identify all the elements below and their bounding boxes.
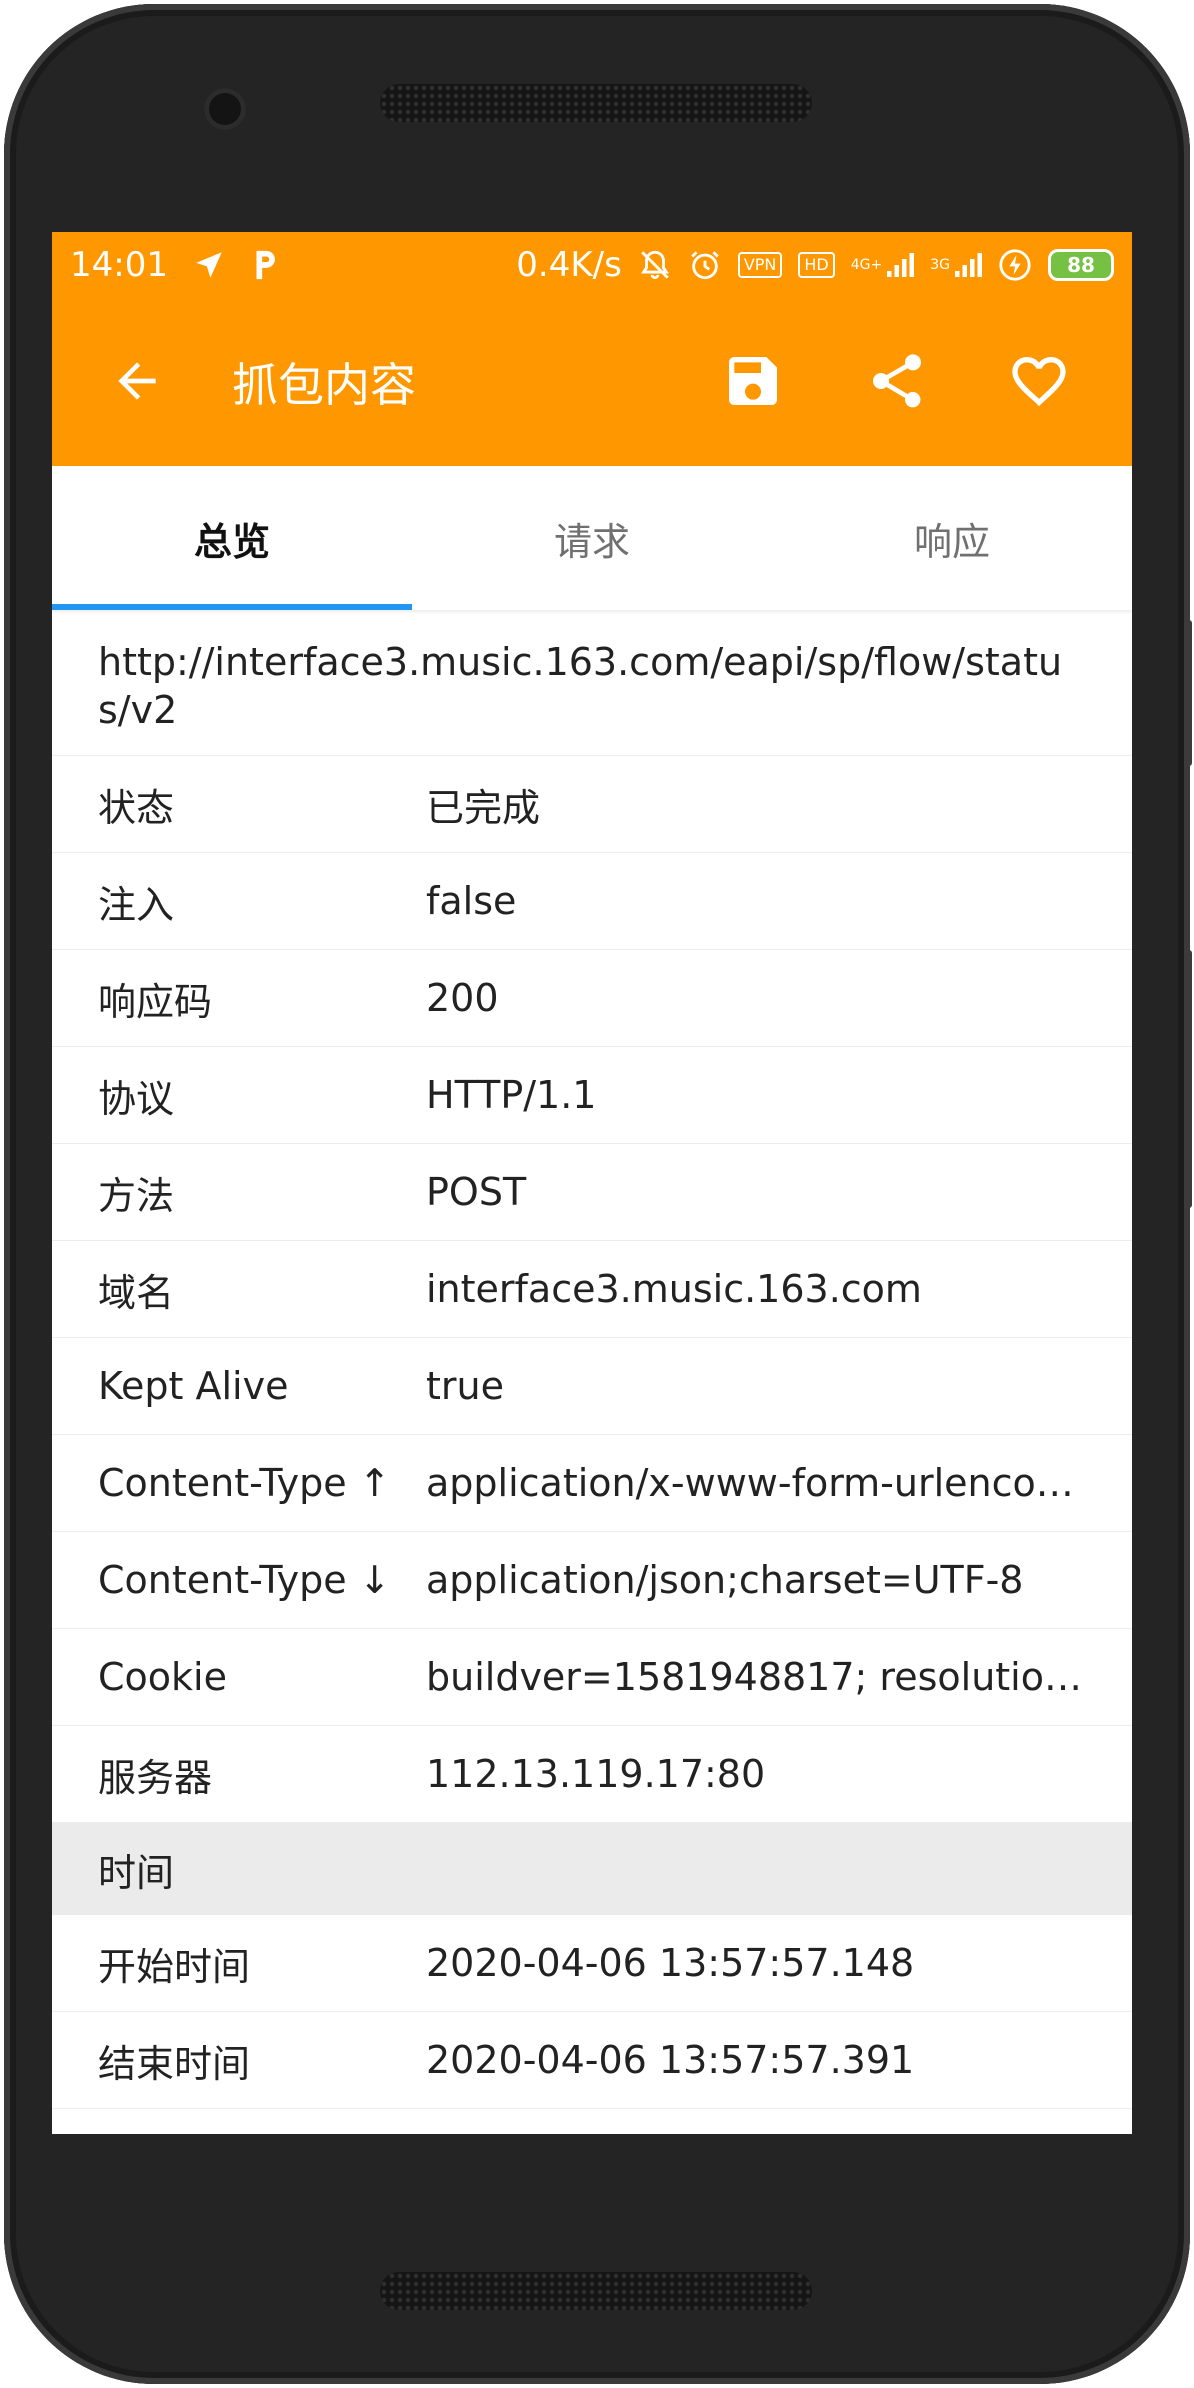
detail-row-kept-alive: Kept Alive true <box>52 1338 1132 1435</box>
vpn-indicator: VPN <box>737 252 783 278</box>
row-value: POST <box>426 1170 527 1214</box>
heart-icon <box>1012 357 1066 407</box>
p-icon <box>250 248 280 282</box>
bell-off-icon <box>638 248 672 282</box>
row-label: Content-Type ↓ <box>98 1558 391 1602</box>
page-title: 抓包内容 <box>232 358 416 412</box>
row-label: 结束时间 <box>98 2041 251 2086</box>
navigation-icon <box>192 248 226 282</box>
share-button[interactable] <box>860 344 934 418</box>
detail-row-status: 状态 已完成 <box>52 756 1132 853</box>
row-value: 2020-04-06 13:57:57.391 <box>426 2038 915 2082</box>
row-value: 112.13.119.17:80 <box>426 1752 766 1796</box>
row-label: 域名 <box>98 1270 175 1315</box>
charging-icon <box>998 248 1032 282</box>
hd-indicator: HD <box>798 252 835 278</box>
row-label: Cookie <box>98 1655 227 1699</box>
back-button[interactable] <box>104 348 170 414</box>
detail-row-end-time: 结束时间 2020-04-06 13:57:57.391 <box>52 2012 1132 2109</box>
volume-button <box>1184 950 1192 1208</box>
signal-4g: 4G+ <box>851 250 915 280</box>
alarm-icon <box>688 248 722 282</box>
row-label: 开始时间 <box>98 1944 251 1989</box>
row-label: 方法 <box>98 1173 175 1218</box>
row-label: 注入 <box>98 882 175 927</box>
row-label: 状态 <box>98 785 175 830</box>
share-icon <box>873 354 921 408</box>
detail-row-injected: 注入 false <box>52 853 1132 950</box>
detail-row-method: 方法 POST <box>52 1144 1132 1241</box>
row-value: application/json;charset=UTF-8 <box>426 1558 1024 1602</box>
row-value: buildver=1581948817; resolution=1080x192… <box>426 1655 1086 1699</box>
status-time: 14:01 <box>70 245 168 285</box>
section-header-time: 时间 <box>52 1823 1132 1915</box>
status-bar: 14:01 0.4K/s VPN HD 4G+ 3G 88 <box>52 232 1132 298</box>
request-url: http://interface3.music.163.com/eapi/sp/… <box>52 610 1132 756</box>
favorite-button[interactable] <box>1002 344 1076 418</box>
signal-3g: 3G <box>930 250 982 280</box>
detail-row-protocol: 协议 HTTP/1.1 <box>52 1047 1132 1144</box>
app-toolbar: 抓包内容 <box>52 298 1132 466</box>
device-background: 14:01 0.4K/s VPN HD 4G+ 3G 88 抓包内容 总览 请求… <box>0 0 1194 2388</box>
row-value: interface3.music.163.com <box>426 1267 922 1311</box>
row-value: 已完成 <box>426 785 541 830</box>
network-speed: 0.4K/s <box>516 245 622 285</box>
top-speaker <box>380 84 812 122</box>
row-label: Content-Type ↑ <box>98 1461 391 1505</box>
detail-row-start-time: 开始时间 2020-04-06 13:57:57.148 <box>52 1915 1132 2012</box>
detail-row-domain: 域名 interface3.music.163.com <box>52 1241 1132 1338</box>
bottom-speaker <box>380 2272 812 2310</box>
tab-overview[interactable]: 总览 <box>52 466 412 610</box>
detail-row-content-type-request: Content-Type ↑ application/x-www-form-ur… <box>52 1435 1132 1532</box>
tab-response[interactable]: 响应 <box>772 466 1132 610</box>
back-arrow-icon <box>118 362 156 400</box>
row-value: application/x-www-form-urlencoded <box>426 1461 1086 1505</box>
save-button[interactable] <box>716 344 790 418</box>
row-label: 服务器 <box>98 1755 213 1800</box>
row-label: 响应码 <box>98 979 213 1024</box>
detail-row-cookie: Cookie buildver=1581948817; resolution=1… <box>52 1629 1132 1726</box>
detail-row-content-type-response: Content-Type ↓ application/json;charset=… <box>52 1532 1132 1629</box>
tab-request[interactable]: 请求 <box>412 466 772 610</box>
battery-indicator: 88 <box>1048 249 1114 281</box>
row-value: HTTP/1.1 <box>426 1073 597 1117</box>
power-button <box>1184 620 1192 766</box>
front-camera <box>204 88 246 130</box>
row-value: 2020-04-06 13:57:57.148 <box>426 1941 915 1985</box>
row-value: false <box>426 879 517 923</box>
detail-row-server: 服务器 112.13.119.17:80 <box>52 1726 1132 1823</box>
row-value: true <box>426 1364 504 1408</box>
detail-row-response-code: 响应码 200 <box>52 950 1132 1047</box>
row-value: 200 <box>426 976 499 1020</box>
save-icon <box>729 357 777 405</box>
app-screen: 14:01 0.4K/s VPN HD 4G+ 3G 88 抓包内容 总览 请求… <box>52 232 1132 2134</box>
row-label: Kept Alive <box>98 1364 289 1408</box>
tab-bar: 总览 请求 响应 <box>52 466 1132 610</box>
row-label: 协议 <box>98 1076 175 1121</box>
